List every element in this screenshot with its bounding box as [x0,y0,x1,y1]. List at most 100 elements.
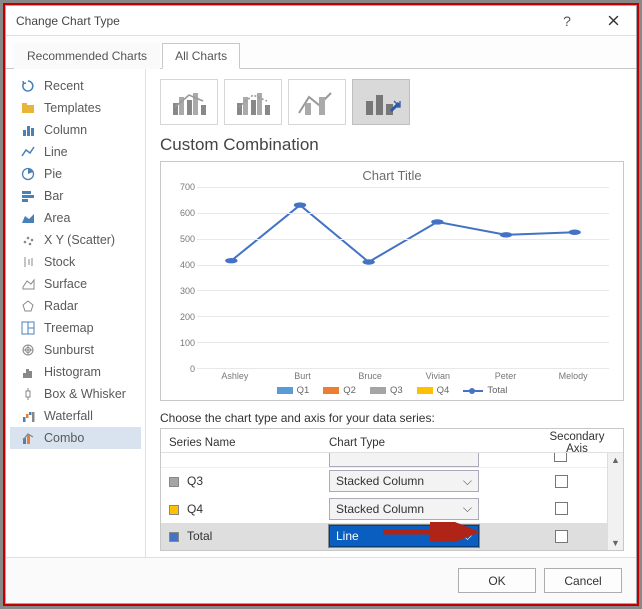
sidebar-item-label: Bar [44,189,63,203]
sidebar-item-label: Radar [44,299,78,313]
sidebar-item-surface[interactable]: Surface [10,273,141,295]
variant-custom[interactable] [352,79,410,125]
series-scrollbar[interactable]: ▲ ▼ [607,453,623,550]
col-series-name: Series Name [161,435,321,451]
series-name-cell: Q4 [161,500,321,518]
scroll-down-icon: ▼ [611,538,620,548]
series-table-header: Series Name Chart Type Secondary Axis [161,429,623,453]
treemap-icon [20,320,36,336]
legend-total: Total [487,385,507,396]
sidebar-item-label: Pie [44,167,62,181]
stacked-area-column-icon [297,87,337,117]
sidebar-item-label: Templates [44,101,101,115]
sidebar-item-label: Column [44,123,87,137]
partial-row [161,453,607,468]
series-table-caption: Choose the chart type and axis for your … [160,411,624,425]
sidebar-item-label: Line [44,145,68,159]
titlebar: Change Chart Type ? [6,6,636,36]
combo-icon [20,430,36,446]
close-icon [608,15,619,26]
series-name-cell: Total [161,527,321,545]
series-row-q3[interactable]: Q3 Stacked Column⌵ [161,468,607,495]
close-button[interactable] [590,6,636,36]
sidebar-item-pie[interactable]: Pie [10,163,141,185]
variant-1[interactable] [160,79,218,125]
sidebar-item-box-whisker[interactable]: Box & Whisker [10,383,141,405]
legend-q3: Q3 [390,385,403,396]
chart-category-sidebar: Recent Templates Column Line Pie Bar Area X Y (… [6,69,146,557]
combo-variants [160,79,624,125]
change-chart-type-dialog: Change Chart Type ? Recommended Charts A… [5,5,637,604]
sidebar-item-label: Histogram [44,365,101,379]
sidebar-item-column[interactable]: Column [10,119,141,141]
secondary-axis-checkbox[interactable] [555,502,568,515]
chart-y-axis: 0100200300400500600700 [171,187,197,369]
series-row-total[interactable]: Total Line⌵ [161,523,607,550]
tab-recommended[interactable]: Recommended Charts [14,43,160,69]
sidebar-item-recent[interactable]: Recent [10,75,141,97]
clustered-column-line-icon [169,87,209,117]
sidebar-item-combo[interactable]: Combo [10,427,141,449]
stock-icon [20,254,36,270]
area-icon [20,210,36,226]
sidebar-item-label: Combo [44,431,84,445]
tab-all-charts[interactable]: All Charts [162,43,240,69]
sidebar-item-line[interactable]: Line [10,141,141,163]
sidebar-item-stock[interactable]: Stock [10,251,141,273]
col-chart-type: Chart Type [321,435,531,451]
help-button[interactable]: ? [544,6,590,36]
templates-icon [20,100,36,116]
legend-q2: Q2 [343,385,356,396]
recent-icon [20,78,36,94]
sidebar-item-label: Recent [44,79,84,93]
variant-3[interactable] [288,79,346,125]
main-panel: Custom Combination Chart Title 010020030… [146,69,636,557]
histogram-icon [20,364,36,380]
sidebar-item-templates[interactable]: Templates [10,97,141,119]
line-icon [20,144,36,160]
dialog-footer: OK Cancel [6,557,636,603]
series-name-cell: Q3 [161,472,321,490]
tabs: Recommended Charts All Charts [6,36,636,69]
chart-type-select[interactable]: Stacked Column⌵ [329,498,479,520]
legend-q4: Q4 [437,385,450,396]
chart-preview: Chart Title 0100200300400500600700 Ashle… [160,161,624,401]
sidebar-item-label: Surface [44,277,87,291]
chart-type-select[interactable]: Line⌵ [329,525,479,547]
sidebar-item-label: Stock [44,255,75,269]
clustered-column-line-secondary-icon [233,87,273,117]
custom-combination-icon [361,87,401,117]
bar-icon [20,188,36,204]
chart-title: Chart Title [171,168,613,183]
pie-icon [20,166,36,182]
sidebar-item-treemap[interactable]: Treemap [10,317,141,339]
x-y-scatter--icon [20,232,36,248]
legend-q1: Q1 [297,385,310,396]
cancel-button[interactable]: Cancel [544,568,622,593]
sidebar-item-label: Box & Whisker [44,387,126,401]
chart-legend: Q1 Q2 Q3 Q4 Total [171,385,613,396]
series-row-q4[interactable]: Q4 Stacked Column⌵ [161,495,607,522]
sidebar-item-sunburst[interactable]: Sunburst [10,339,141,361]
ok-button[interactable]: OK [458,568,536,593]
sidebar-item-radar[interactable]: Radar [10,295,141,317]
secondary-axis-checkbox[interactable] [555,475,568,488]
sidebar-item-label: Area [44,211,70,225]
sidebar-item-label: Waterfall [44,409,93,423]
sidebar-item-label: X Y (Scatter) [44,233,115,247]
series-table: Series Name Chart Type Secondary Axis ▲ … [160,428,624,551]
sidebar-item-histogram[interactable]: Histogram [10,361,141,383]
chart-x-axis: AshleyBurtBruceVivianPeterMelody [171,369,613,381]
waterfall-icon [20,408,36,424]
chart-type-select[interactable]: Stacked Column⌵ [329,470,479,492]
sidebar-item-area[interactable]: Area [10,207,141,229]
chart-plot-area [197,187,609,369]
column-icon [20,122,36,138]
sidebar-item-x-y-scatter-[interactable]: X Y (Scatter) [10,229,141,251]
scroll-up-icon: ▲ [611,455,620,465]
sidebar-item-waterfall[interactable]: Waterfall [10,405,141,427]
sidebar-item-bar[interactable]: Bar [10,185,141,207]
variant-2[interactable] [224,79,282,125]
secondary-axis-checkbox[interactable] [555,530,568,543]
section-title: Custom Combination [160,135,624,155]
